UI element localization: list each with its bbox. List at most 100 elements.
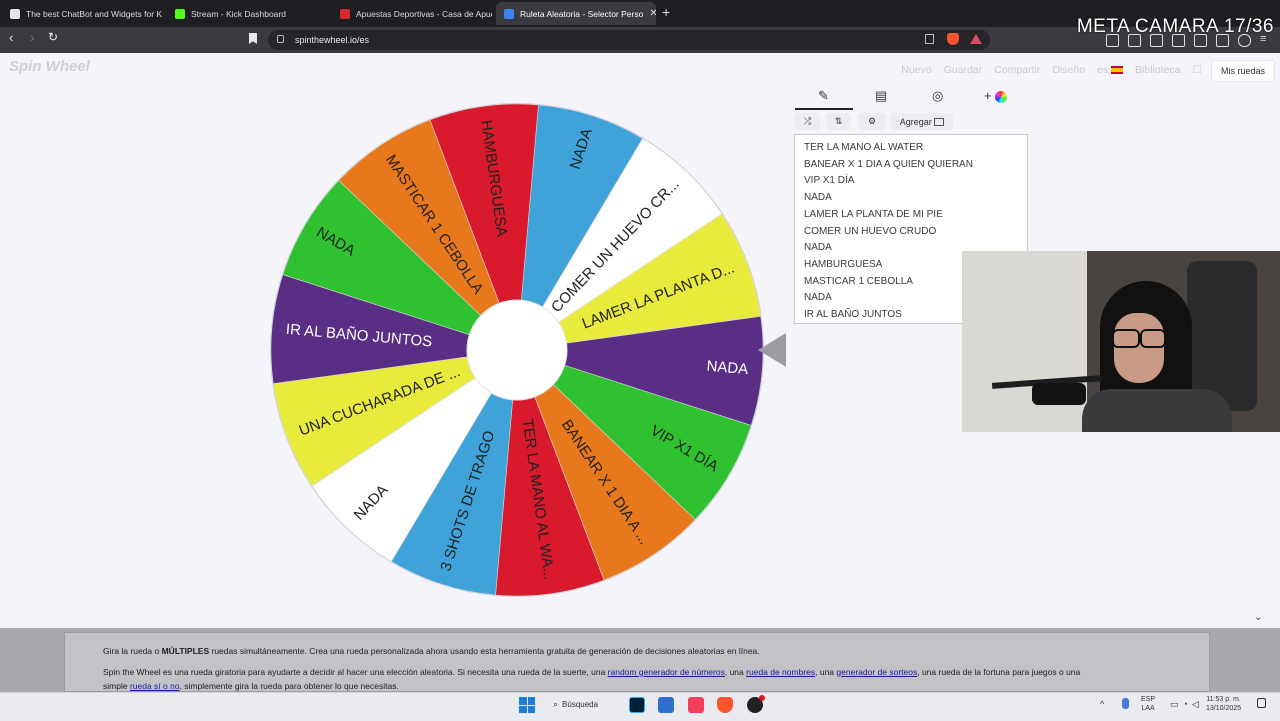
- search-icon: ⌕: [553, 698, 559, 709]
- browser-tab-active[interactable]: Ruleta Aleatoria - Selector Perso ✕: [496, 2, 656, 25]
- sort-button[interactable]: ⇅: [826, 113, 851, 130]
- fullscreen-icon[interactable]: ☐: [1193, 64, 1202, 76]
- music-app-icon[interactable]: [688, 697, 704, 713]
- chevron-down-icon[interactable]: ⌄: [1254, 612, 1262, 623]
- wheel-center-button[interactable]: [466, 299, 568, 401]
- info-text: , una rueda de la fortuna para juegos o …: [917, 667, 1081, 677]
- start-tile: [519, 705, 527, 713]
- tray-status-icons[interactable]: ▭◔◁: [1170, 699, 1203, 710]
- entry-line: NADA: [804, 192, 832, 204]
- wheel-segment-label: NADA: [706, 358, 749, 379]
- add-button-label: Agregar: [899, 116, 932, 127]
- stream-overlay-text: META CAMARA 17/36: [1076, 16, 1274, 37]
- site-logo[interactable]: Spin Wheel: [9, 58, 90, 75]
- eye-off-icon[interactable]: ◎: [932, 88, 943, 104]
- browser-tab[interactable]: Apuestas Deportivas - Casa de Apue: [332, 2, 492, 25]
- address-bar[interactable]: [268, 30, 990, 50]
- lang-top: ESP: [1141, 696, 1156, 703]
- browser-tab[interactable]: The best ChatBot and Widgets for Ki: [2, 2, 162, 25]
- entry-line: LAMER LA PLANTA DE MI PIE: [804, 208, 943, 220]
- spin-wheel[interactable]: NADACOMER UN HUEVO CR...LAMER LA PLANTA …: [262, 95, 772, 605]
- nav-diseno[interactable]: Diseño: [1052, 64, 1085, 76]
- link-name-wheel[interactable]: rueda de nombres: [746, 667, 815, 677]
- info-line-3: simple rueda sí o no, simplemente gira l…: [103, 681, 399, 691]
- webcam-microphone: [1032, 383, 1086, 405]
- info-bold: MÚLTIPLES: [161, 646, 210, 656]
- wheel-pointer: [758, 333, 786, 367]
- info-line-2: Spin the Wheel es una rueda giratoria pa…: [103, 667, 1080, 677]
- notification-dot: [759, 695, 765, 701]
- clipboard-icon[interactable]: ▤: [875, 88, 887, 104]
- windows-start-icon[interactable]: [519, 697, 535, 713]
- link-random-number[interactable]: random generador de números: [608, 667, 725, 677]
- nav-compartir[interactable]: Compartir: [994, 64, 1040, 76]
- link-raffle[interactable]: generador de sorteos: [836, 667, 917, 677]
- plus-color-icon[interactable]: +: [984, 88, 1007, 103]
- entry-line: TER LA MANO AL WATER: [804, 142, 924, 153]
- site-nav: Nuevo Guardar Compartir Diseño es Biblio…: [901, 64, 1202, 76]
- shuffle-button[interactable]: ⤮: [795, 113, 820, 130]
- brave-browser-icon[interactable]: [717, 697, 733, 713]
- tab-favicon-icon: [504, 8, 514, 19]
- entry-line: BANEAR X 1 DIA A QUIEN QUIERAN: [804, 158, 973, 170]
- start-tile: [527, 705, 535, 713]
- info-text: , una: [724, 667, 747, 677]
- photoshop-icon[interactable]: [629, 697, 645, 713]
- info-text: , una: [815, 667, 837, 677]
- back-icon[interactable]: ‹: [9, 30, 13, 45]
- webcam-overlay: [962, 251, 1280, 432]
- clock-time: 11:53 p. m.: [1206, 696, 1241, 703]
- clock[interactable]: 11:53 p. m. 13/10/2025: [1206, 695, 1241, 713]
- webcam-shirt: [1082, 389, 1232, 432]
- lang-bottom: LAA: [1141, 705, 1155, 712]
- tab-title: Stream - Kick Dashboard: [191, 8, 286, 19]
- tab-favicon-icon: [10, 8, 20, 19]
- image-icon: [934, 117, 945, 126]
- info-text: ruedas simultáneamente. Crea una rueda p…: [209, 646, 760, 656]
- new-tab-button[interactable]: +: [662, 4, 670, 20]
- nav-nuevo[interactable]: Nuevo: [901, 64, 931, 76]
- search-label: Búsqueda: [562, 699, 599, 709]
- color-wheel-icon: [994, 90, 1007, 103]
- site-info-icon[interactable]: [277, 35, 284, 43]
- microphone-icon[interactable]: [1122, 698, 1129, 709]
- add-image-button[interactable]: Agregar: [891, 113, 953, 130]
- nav-biblioteca[interactable]: Biblioteca: [1135, 64, 1181, 76]
- webcam-face: [1114, 313, 1164, 383]
- language-indicator[interactable]: ESP LAA: [1141, 695, 1155, 713]
- info-text: Spin the Wheel es una rueda giratoria pa…: [103, 667, 608, 677]
- reader-mode-icon[interactable]: [925, 34, 934, 44]
- language-code: es: [1097, 64, 1109, 76]
- link-yes-no[interactable]: rueda sí o no: [130, 681, 180, 691]
- file-explorer-icon[interactable]: [658, 697, 674, 713]
- brave-shield-icon[interactable]: [947, 33, 959, 45]
- entry-line: COMER UN HUEVO CRUDO: [804, 225, 937, 237]
- browser-tab[interactable]: Stream - Kick Dashboard: [167, 2, 327, 25]
- webcam-glasses: [1140, 329, 1166, 348]
- nav-guardar[interactable]: Guardar: [944, 64, 983, 76]
- active-tab-indicator: [795, 108, 853, 110]
- tab-title: Apuestas Deportivas - Casa de Apue: [356, 8, 492, 19]
- start-tile: [527, 697, 535, 705]
- notifications-icon[interactable]: [1257, 698, 1266, 708]
- start-tile: [519, 697, 527, 705]
- reload-icon[interactable]: ↻: [48, 30, 58, 44]
- pencil-icon[interactable]: ✎: [818, 88, 829, 104]
- tab-close-icon[interactable]: ✕: [649, 8, 656, 19]
- settings-button[interactable]: ⚙: [858, 113, 886, 130]
- tab-title: Ruleta Aleatoria - Selector Perso: [520, 8, 644, 19]
- panel-tabs: ✎ ▤ ◎ +: [795, 88, 1030, 110]
- info-text: , simplemente gira la rueda para obtener…: [179, 681, 399, 691]
- nav-language[interactable]: es: [1097, 64, 1124, 76]
- tab-favicon-icon: [340, 8, 350, 19]
- taskbar-search[interactable]: ⌕ Búsqueda: [547, 696, 604, 712]
- my-wheels-button[interactable]: Mis ruedas: [1211, 60, 1275, 82]
- tab-title: The best ChatBot and Widgets for Ki: [26, 8, 162, 19]
- entry-line: VIP X1 DÍA: [804, 175, 855, 187]
- clock-date: 13/10/2025: [1206, 705, 1242, 712]
- info-text: Gira la rueda o: [103, 646, 162, 656]
- tray-chevron-icon[interactable]: ^: [1100, 699, 1104, 709]
- brave-rewards-icon[interactable]: [970, 34, 982, 44]
- forward-icon[interactable]: ›: [30, 30, 34, 45]
- url-text[interactable]: spinthewheel.io/es: [295, 35, 369, 45]
